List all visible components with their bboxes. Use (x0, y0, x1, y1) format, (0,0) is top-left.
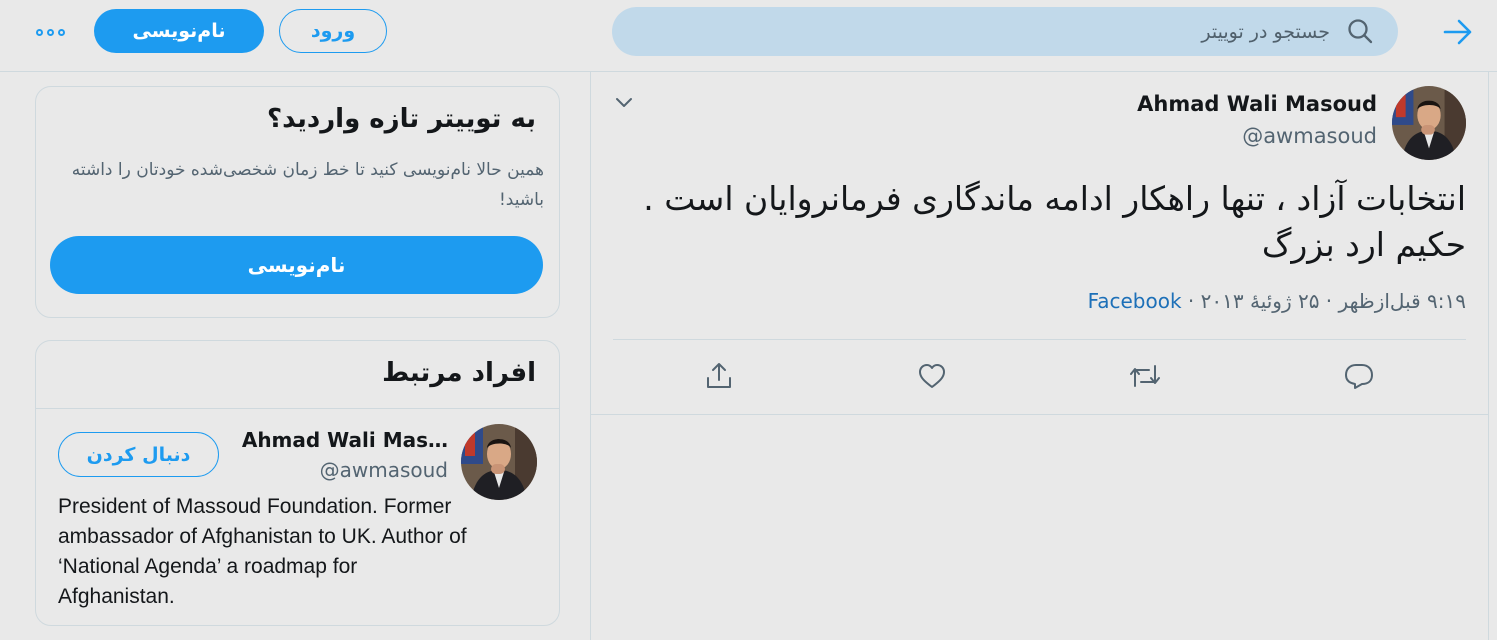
tweet-source[interactable]: Facebook (1088, 289, 1182, 313)
tweet-author-handle: @awmasoud (1242, 124, 1377, 148)
new-card-title: به توییتر تازه واردید؟ (266, 104, 536, 134)
search-icon (1346, 17, 1374, 45)
back-arrow-icon[interactable] (1436, 12, 1480, 52)
login-button[interactable]: ورود (279, 9, 387, 53)
tweet-time[interactable]: ۹:۱۹ قبل‌ازظهر (1339, 289, 1466, 313)
scrollbar[interactable] (1489, 72, 1497, 640)
tweet-meta: ۹:۱۹ قبل‌ازظهر · ۲۵ ژوئیهٔ ۲۰۱۳ · Facebo… (1087, 289, 1466, 313)
avatar[interactable] (461, 424, 537, 500)
tweet-text: انتخابات آزاد ، تنها راهکار ادامه ماندگا… (643, 179, 1466, 264)
tweet-date[interactable]: ۲۵ ژوئیهٔ ۲۰۱۳ (1201, 289, 1320, 313)
related-user-handle: @awmasoud (319, 458, 448, 482)
divider (591, 414, 1488, 415)
main-column (590, 72, 1489, 640)
signup-button[interactable]: نام‌نویسی (94, 9, 264, 53)
more-icon[interactable] (30, 20, 70, 44)
divider (613, 339, 1466, 340)
follow-button[interactable]: دنبال کردن (58, 432, 219, 477)
new-card-signup-button[interactable]: نام‌نویسی (50, 236, 543, 294)
new-card-subtitle: همین حالا نام‌نویسی کنید تا خط زمان شخصی… (71, 160, 544, 210)
search-input[interactable] (650, 14, 1330, 50)
reply-icon[interactable] (1341, 358, 1377, 394)
tweet-author-name[interactable]: Ahmad Wali Masoud (1000, 92, 1377, 116)
chevron-down-icon[interactable] (612, 92, 636, 114)
related-card-title: افراد مرتبط (382, 358, 536, 388)
avatar[interactable] (1392, 86, 1466, 160)
related-user-name[interactable]: Ahmad Wali Mas… (200, 428, 448, 452)
like-icon[interactable] (914, 358, 950, 394)
divider (36, 408, 559, 409)
share-icon[interactable] (701, 358, 737, 394)
related-user-bio: President of Massoud Foundation. Former … (58, 495, 467, 608)
retweet-icon[interactable] (1127, 358, 1163, 394)
